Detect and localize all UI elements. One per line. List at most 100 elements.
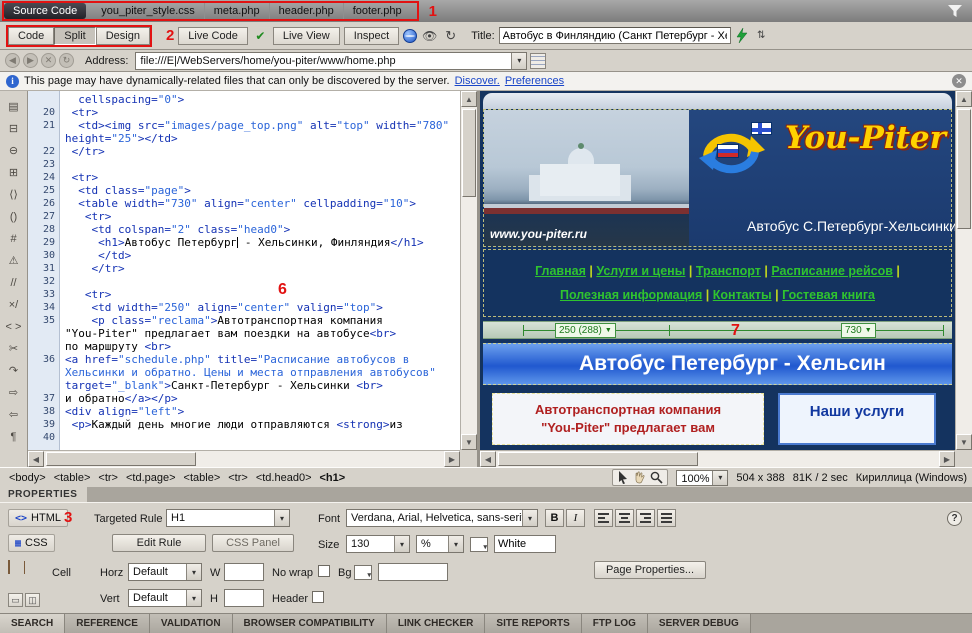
expand-all-icon[interactable]: ⊞ [3,162,24,183]
apply-comment-icon[interactable]: // [3,272,24,293]
help-icon[interactable]: ? [947,511,962,526]
code-line[interactable]: <table width="730" align="center" cellpa… [65,197,460,210]
code-line[interactable]: <td colspan="2" class="head0"> [65,223,460,236]
check-page-icon[interactable]: ✔ [252,28,269,44]
cell-width-input[interactable] [224,563,264,581]
scroll-right-icon[interactable]: ▶ [444,451,460,467]
code-view-button[interactable]: Code [8,27,54,45]
live-code-button[interactable]: Live Code [178,27,248,45]
window-dimensions[interactable]: 504 x 388 [736,472,784,484]
refresh-design-view-icon[interactable]: ↻ [442,28,459,44]
panel-tab-reference[interactable]: REFERENCE [65,614,150,633]
css-panel-button[interactable]: CSS Panel [212,534,294,552]
code-line[interactable]: target="_blank">Санкт-Петербург - Хельси… [65,379,460,392]
code-line[interactable]: </td> [65,249,460,262]
split-view-button[interactable]: Split [54,27,95,45]
select-tool-icon[interactable] [617,471,629,484]
code-lines[interactable]: cellspacing="0"> <tr> <td><img src="imag… [61,91,460,450]
stop-icon[interactable]: ✕ [41,53,56,68]
live-view-power-icon[interactable] [735,28,749,43]
live-view-button[interactable]: Live View [273,27,340,45]
code-line[interactable]: Хельсинки и обратно. Цены и места отправ… [65,366,460,379]
code-view-pane[interactable]: 2021222324252627282930313233343536373839… [28,91,477,467]
format-source-code-icon[interactable]: ¶ [3,426,24,447]
select-parent-tag-icon[interactable]: ⟨⟩ [3,184,24,205]
close-info-bar-icon[interactable]: ✕ [952,74,966,88]
code-line[interactable]: "You-Piter" предлагает вам поездки на ав… [65,327,460,340]
filter-related-files-icon[interactable] [948,5,962,17]
scroll-left-icon[interactable]: ◀ [28,451,44,467]
code-line[interactable]: </tr> [65,262,460,275]
preferences-link[interactable]: Preferences [505,75,564,87]
panel-tab-validation[interactable]: VALIDATION [150,614,233,633]
design-scroll-right-icon[interactable]: ▶ [939,451,955,467]
refresh-page-icon[interactable]: ↻ [59,53,74,68]
size-arrow-icon[interactable]: ▾ [394,536,409,552]
code-line[interactable]: height="25"></td> [65,132,460,145]
site-right-cell[interactable]: Наши услуги [778,393,936,445]
code-line[interactable]: по маршруту <br> [65,340,460,353]
html-mode-button[interactable]: <> HTML [8,509,68,527]
site-left-cell[interactable]: Автотранспортная компания "You-Piter" пр… [492,393,764,445]
vert-combo[interactable]: Default ▾ [128,589,202,607]
align-justify-button[interactable] [657,509,676,527]
font-combo[interactable]: Verdana, Arial, Helvetica, sans-serif ▾ [346,509,538,527]
panel-tab-link-checker[interactable]: LINK CHECKER [387,614,486,633]
align-right-button[interactable] [636,509,655,527]
code-line[interactable]: <tr> [65,288,460,301]
code-vertical-scrollbar[interactable]: ▲ ▼ [460,91,477,450]
code-line[interactable]: <tr> [65,106,460,119]
zoom-level-combo[interactable]: 100% ▾ [676,470,728,486]
wrap-tag-icon[interactable]: < > [3,316,24,337]
nav-link-расписание-рейсов[interactable]: Расписание рейсов [771,264,893,278]
code-line[interactable]: <td width="250" align="center" valign="t… [65,301,460,314]
outdent-code-icon[interactable]: ⇦ [3,404,24,425]
align-center-button[interactable] [615,509,634,527]
cell-height-input[interactable] [224,589,264,607]
italic-button[interactable]: I [566,509,585,527]
tag-selector-item[interactable]: <tr> [94,472,122,484]
code-line[interactable]: <td><img src="images/page_top.png" alt="… [65,119,460,132]
panel-tab-server-debug[interactable]: SERVER DEBUG [648,614,751,633]
scroll-up-icon[interactable]: ▲ [461,91,477,107]
nav-link-контакты[interactable]: Контакты [713,288,772,302]
table-width-menu-right[interactable]: 730▼ [841,323,876,338]
bg-color-swatch[interactable]: ▾ [354,565,372,580]
column-width-menu-left[interactable]: 250 (288)▼ [555,323,616,338]
horz-combo[interactable]: Default ▾ [128,563,202,581]
code-line[interactable]: <div align="left"> [65,405,460,418]
properties-panel-tab[interactable]: PROPERTIES [0,487,87,502]
balance-braces-icon[interactable]: () [3,206,24,227]
no-wrap-checkbox[interactable] [318,565,330,577]
recent-snippets-icon[interactable]: ✂ [3,338,24,359]
site-page-heading[interactable]: Автобус Петербург - Хельсин [483,343,952,385]
code-line[interactable]: <tr> [65,171,460,184]
design-vertical-scrollbar[interactable]: ▲ ▼ [955,91,972,450]
code-horizontal-scrollbar[interactable]: ◀ ▶ [28,450,460,467]
panel-tab-browser-compatibility[interactable]: BROWSER COMPATIBILITY [233,614,387,633]
code-line[interactable]: <h1>Автобус Петербург - Хельсинки, Финля… [65,236,460,249]
file-management-icon[interactable]: ⇅ [753,28,770,44]
tag-selector-item[interactable]: <td.head0> [252,472,316,484]
design-view-pane[interactable]: www.you-piter.ru You-Piter Автобус С.Пет… [477,91,972,467]
targeted-rule-combo[interactable]: H1 ▾ [166,509,290,527]
related-file-footer[interactable]: footer.php [344,3,411,19]
design-view-button[interactable]: Design [96,27,150,45]
tag-selector-item[interactable]: <table> [180,472,225,484]
code-line[interactable]: <p>Каждый день многие люди отправляются … [65,418,460,431]
css-mode-button[interactable]: ▦ CSS [8,534,55,552]
size-combo[interactable]: 130 ▾ [346,535,410,553]
zoom-dropdown-arrow-icon[interactable]: ▾ [712,471,727,485]
tag-selector-item[interactable]: <tr> [224,472,252,484]
align-left-button[interactable] [594,509,613,527]
code-line[interactable]: <p class="reclama">Автотранспортная комп… [65,314,460,327]
merge-cells-icon[interactable]: ▭ [8,593,23,607]
address-combo[interactable]: file:///E|/WebServers/home/you-piter/www… [135,52,527,70]
code-line[interactable]: cellspacing="0"> [65,93,460,106]
code-line[interactable]: </tr> [65,145,460,158]
nav-link-гостевая-книга[interactable]: Гостевая книга [782,288,875,302]
panel-tab-site-reports[interactable]: SITE REPORTS [485,614,581,633]
targeted-rule-arrow-icon[interactable]: ▾ [274,510,289,526]
nav-link-главная[interactable]: Главная [535,264,586,278]
size-unit-combo[interactable]: % ▾ [416,535,464,553]
